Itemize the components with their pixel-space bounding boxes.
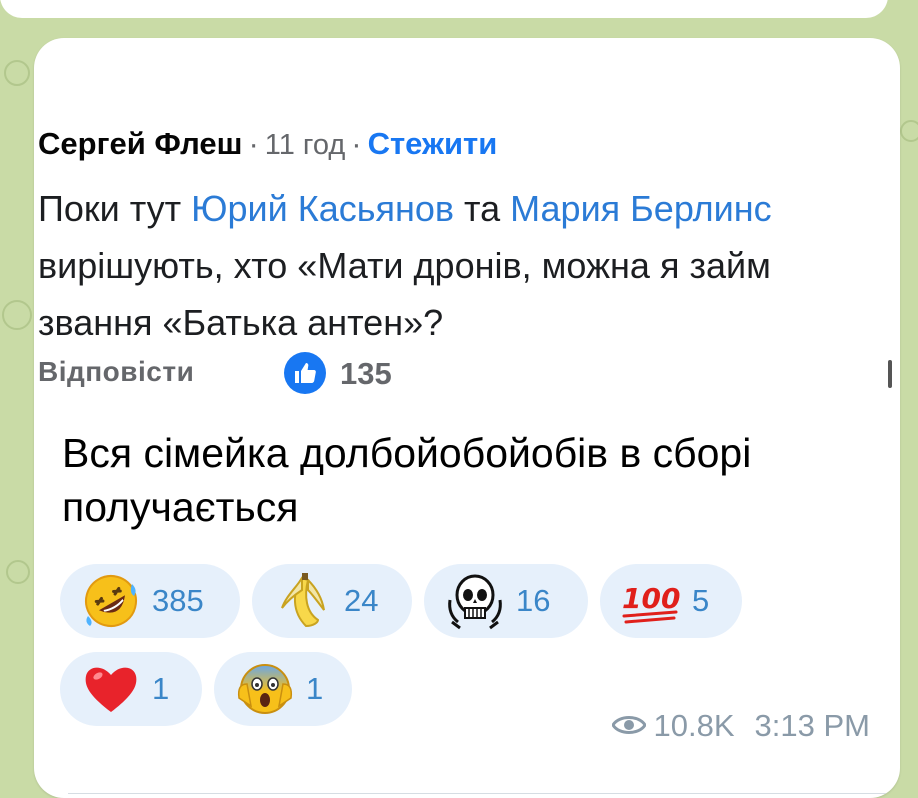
- comment-header: Сергей Флеш · 11 год · Стежити: [38, 126, 497, 162]
- reaction-count: 16: [516, 583, 551, 618]
- comment-line: звання «Батька антен»?: [38, 302, 444, 343]
- wallpaper-doodle: [4, 60, 30, 86]
- wallpaper-doodle: [2, 300, 32, 330]
- reply-label: Відповісти: [38, 356, 195, 387]
- reaction-count: 1: [152, 671, 170, 706]
- skull-emblem-emoji-icon: [444, 570, 506, 632]
- svg-text:100: 100: [622, 582, 680, 615]
- banana-emoji-icon: [272, 570, 334, 632]
- reaction-count: 5: [692, 583, 710, 618]
- message-bubble[interactable]: Сергей Флеш · 11 год · Стежити Поки тут Юрий…: [34, 38, 900, 798]
- like-count: 135: [340, 356, 392, 391]
- comment-body: Поки тут Юрий Касьянов та Мария Берлинс …: [38, 180, 900, 351]
- message-text: Вся сімейка долбойобойобів в сборі получ…: [62, 430, 752, 530]
- reaction-count: 24: [344, 583, 379, 618]
- screaming-face-emoji-icon: [234, 658, 296, 720]
- comment-text: та: [454, 188, 511, 229]
- attached-comment-screenshot[interactable]: Сергей Флеш · 11 год · Стежити Поки тут Юрий…: [34, 84, 900, 414]
- wallpaper-doodle: [900, 120, 918, 142]
- reaction-skull-emblem[interactable]: 16: [424, 564, 588, 638]
- mention: Мария Берлинс: [510, 188, 772, 229]
- rofl-emoji-icon: [80, 570, 142, 632]
- eye-icon: [610, 708, 647, 744]
- hundred-points-emoji-icon: 100: [620, 570, 682, 632]
- message-time: 3:13 PM: [754, 708, 870, 743]
- reaction-count: 385: [152, 583, 204, 618]
- message-meta: 10.8K 3:13 PM: [610, 708, 870, 744]
- reaction-heart[interactable]: 1: [60, 652, 202, 726]
- mention: Юрий Касьянов: [191, 188, 455, 229]
- reaction-rofl[interactable]: 385: [60, 564, 240, 638]
- wallpaper-doodle: [6, 560, 30, 584]
- separator-dot: ·: [351, 126, 362, 161]
- comment-text: Поки тут: [38, 188, 192, 229]
- follow-link: Стежити: [367, 126, 498, 161]
- thumbs-up-icon: [284, 352, 326, 394]
- comment-line: Поки тут Юрий Касьянов та Мария Берлинс: [38, 180, 900, 237]
- red-heart-emoji-icon: [80, 658, 142, 720]
- comment-time: 11 год: [264, 129, 346, 161]
- reaction-hundred[interactable]: 100 5: [600, 564, 742, 638]
- previous-message-bubble: [0, 0, 888, 18]
- reaction-screaming[interactable]: 1: [214, 652, 352, 726]
- cropped-edge-mark: [888, 360, 892, 388]
- separator-dot: ·: [248, 126, 259, 161]
- reaction-count: 1: [306, 671, 324, 706]
- view-count: 10.8K: [653, 708, 735, 743]
- comment-author: Сергей Флеш: [38, 126, 243, 161]
- reaction-banana[interactable]: 24: [252, 564, 412, 638]
- divider: [68, 793, 888, 794]
- comment-line: вирішують, хто «Мати дронів, можна я зай…: [38, 245, 771, 286]
